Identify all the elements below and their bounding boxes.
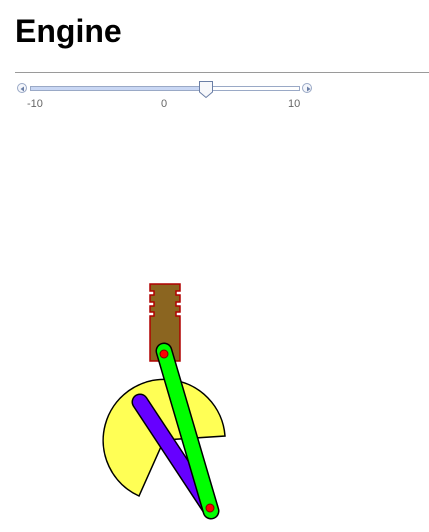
wrist-pin: [159, 349, 169, 359]
engine-diagram: [102, 283, 226, 520]
crank-pin: [205, 503, 215, 513]
